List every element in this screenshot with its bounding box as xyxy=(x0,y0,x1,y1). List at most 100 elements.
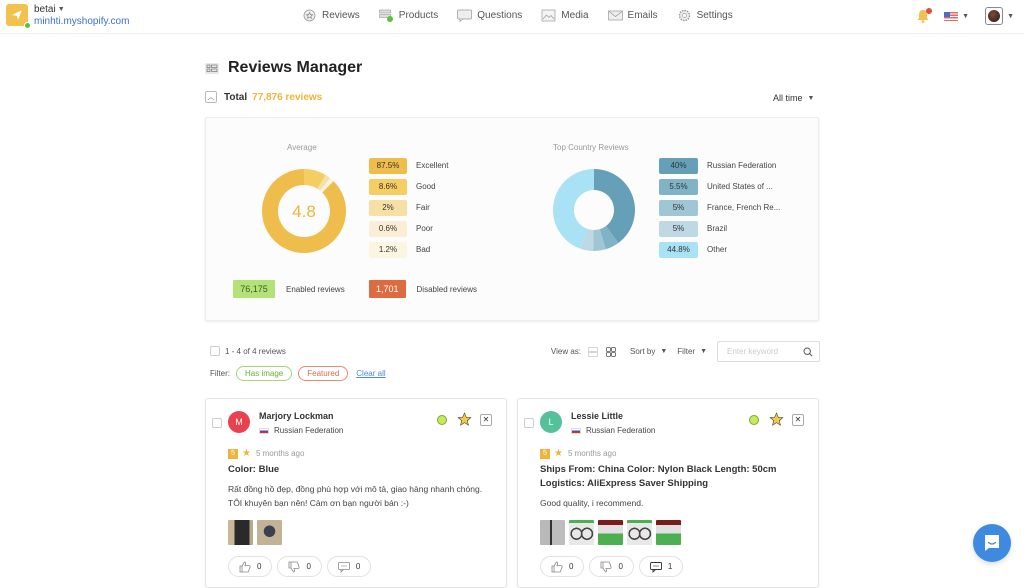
star-icon: ★ xyxy=(242,448,251,459)
like-button[interactable]: 0 xyxy=(228,556,273,577)
envelope-icon xyxy=(607,10,623,21)
reviewer-name: Marjory Lockman xyxy=(259,411,334,421)
notifications-button[interactable] xyxy=(916,8,933,24)
clear-all-link[interactable]: Clear all xyxy=(356,369,385,378)
enabled-reviews-stat: 76,175 Enabled reviews xyxy=(233,280,345,298)
review-title: Ships From: China Color: Nylon Black Len… xyxy=(540,464,777,489)
dislike-button[interactable]: 0 xyxy=(589,556,634,577)
comment-button[interactable]: 1 xyxy=(638,556,684,577)
review-image-thumbnail[interactable] xyxy=(569,520,594,545)
filter-chip-featured[interactable]: Featured xyxy=(298,366,349,381)
country-donut-chart xyxy=(553,169,635,251)
period-dropdown[interactable]: All time ▼ xyxy=(773,93,814,103)
store-url[interactable]: minhti.myshopify.com xyxy=(34,16,129,28)
filter-chip-has-image[interactable]: Has image xyxy=(236,366,293,381)
filter-dropdown[interactable]: Filter ▼ xyxy=(677,347,707,356)
period-label: All time xyxy=(773,93,803,103)
main-nav: Reviews Products Questions Media Emails … xyxy=(302,9,752,22)
search-icon[interactable] xyxy=(803,346,813,357)
live-chat-button[interactable] xyxy=(973,524,1011,562)
legend-item: 5% France, French Re... xyxy=(659,197,780,218)
legend-item: 8.6% Good xyxy=(369,176,448,197)
disabled-reviews-count[interactable]: 1,701 xyxy=(369,280,406,298)
user-avatar xyxy=(985,7,1004,25)
review-select-checkbox[interactable] xyxy=(212,418,222,428)
store-switcher[interactable]: betai ▼ minhti.myshopify.com xyxy=(6,4,129,29)
nav-emails[interactable]: Emails xyxy=(607,9,658,22)
select-all-checkbox[interactable] xyxy=(210,346,220,356)
featured-star-icon[interactable] xyxy=(457,412,472,427)
review-image-thumbnail[interactable] xyxy=(627,520,652,545)
comment-count: 0 xyxy=(355,562,361,571)
nav-reviews[interactable]: Reviews xyxy=(302,9,360,22)
review-time: 5 months ago xyxy=(567,449,617,458)
list-view-icon[interactable] xyxy=(588,346,598,357)
language-selector[interactable]: ▼ xyxy=(944,11,969,21)
review-card: M Marjory Lockman Russian Federation ✕ 5… xyxy=(205,398,507,588)
enabled-reviews-count[interactable]: 76,175 xyxy=(233,280,275,298)
page-title: Reviews Manager xyxy=(228,59,363,76)
products-icon xyxy=(378,9,393,22)
comment-icon xyxy=(338,561,350,573)
legend-value-chip: 5% xyxy=(659,199,698,216)
review-image-thumbnail[interactable] xyxy=(257,520,282,545)
publish-status-toggle[interactable] xyxy=(437,414,447,425)
legend-value-chip: 0.6% xyxy=(369,220,407,237)
review-body: Rất đồng hồ đẹp, đồng phù hợp với mô tả,… xyxy=(228,484,483,508)
list-toolbar: 1 - 4 of 4 reviews Filter: Has image Fea… xyxy=(210,341,820,385)
legend-label: Good xyxy=(416,182,436,191)
chevron-up-icon: ︿ xyxy=(207,94,215,101)
legend-item: 0.6% Poor xyxy=(369,218,448,239)
delete-review-button[interactable]: ✕ xyxy=(480,413,492,426)
like-count: 0 xyxy=(569,562,574,571)
review-body: Good quality, i recommend. xyxy=(540,498,644,508)
legend-value-chip: 2% xyxy=(369,199,407,216)
comment-button[interactable]: 0 xyxy=(326,556,372,577)
collapse-stats-button[interactable]: ︿ xyxy=(205,91,217,103)
legend-item: 1.2% Bad xyxy=(369,239,448,260)
nav-settings-label: Settings xyxy=(696,10,733,21)
nav-questions[interactable]: Questions xyxy=(457,9,522,22)
filter-label: Filter: xyxy=(210,369,230,378)
dislike-button[interactable]: 0 xyxy=(277,556,322,577)
reviewer-country: Russian Federation xyxy=(274,426,344,435)
chevron-down-icon: ▼ xyxy=(57,6,65,13)
app-logo-icon xyxy=(12,10,22,20)
top-bar: betai ▼ minhti.myshopify.com Reviews Prod… xyxy=(0,0,1024,34)
rating-score-badge: 5 xyxy=(228,448,238,459)
star-circle-icon xyxy=(303,9,316,22)
like-button[interactable]: 0 xyxy=(540,556,585,577)
total-reviews-count: 77,876 reviews xyxy=(252,91,323,103)
review-image-thumbnail[interactable] xyxy=(228,520,253,545)
account-menu[interactable]: ▼ xyxy=(985,7,1014,25)
keyword-search-input[interactable] xyxy=(727,347,797,356)
publish-status-toggle[interactable] xyxy=(749,414,759,425)
review-time: 5 months ago xyxy=(255,449,305,458)
review-image-thumbnail[interactable] xyxy=(598,520,623,545)
total-label: Total xyxy=(224,91,248,103)
legend-label: Other xyxy=(707,245,728,254)
rating-score-badge: 5 xyxy=(540,448,550,459)
grid-view-icon[interactable] xyxy=(606,346,616,357)
nav-products[interactable]: Products xyxy=(378,9,439,22)
store-name: betai xyxy=(34,4,56,15)
enabled-reviews-label: Enabled reviews xyxy=(286,284,345,294)
legend-value-chip: 8.6% xyxy=(369,178,407,195)
review-image-thumbnail[interactable] xyxy=(540,520,565,545)
review-count-text: 1 - 4 of 4 reviews xyxy=(225,346,286,356)
nav-settings[interactable]: Settings xyxy=(677,9,733,22)
thumbs-up-icon xyxy=(239,561,251,572)
review-image-thumbnail[interactable] xyxy=(656,520,681,545)
thumbs-down-icon xyxy=(289,561,300,572)
legend-item: 44.8% Other xyxy=(659,239,780,260)
featured-star-icon[interactable] xyxy=(769,412,784,427)
delete-review-button[interactable]: ✕ xyxy=(792,413,804,426)
chevron-down-icon: ▼ xyxy=(1007,12,1014,20)
nav-products-label: Products xyxy=(398,10,439,21)
nav-media[interactable]: Media xyxy=(541,9,589,22)
dislike-count: 0 xyxy=(618,562,623,571)
sort-by-dropdown[interactable]: Sort by ▼ xyxy=(630,347,667,356)
reviewer-name: Lessie Little xyxy=(571,411,624,421)
chat-icon xyxy=(985,535,999,551)
review-select-checkbox[interactable] xyxy=(524,418,534,428)
